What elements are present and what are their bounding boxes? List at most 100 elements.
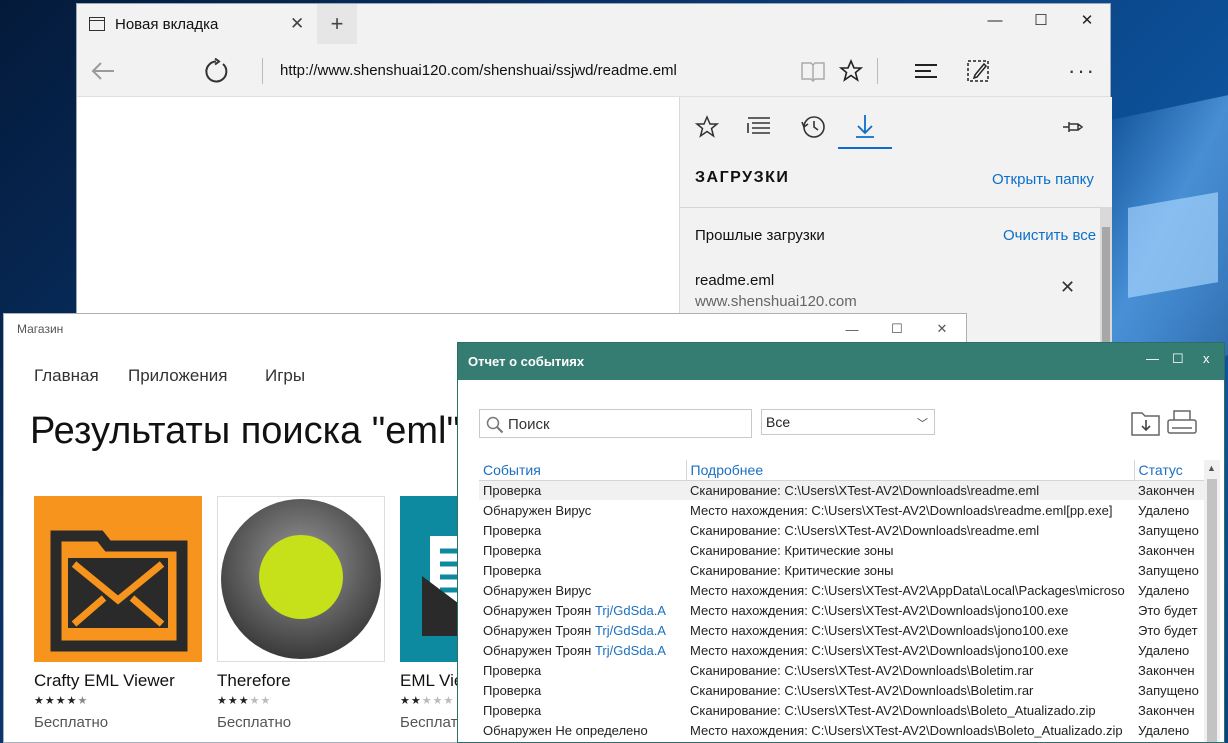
store-maximize-button[interactable]: ☐ [874,314,920,344]
search-input[interactable] [508,413,744,435]
favorite-star-icon[interactable] [837,56,865,86]
event-close-button[interactable]: x [1203,351,1210,366]
app-name: Crafty EML Viewer [34,671,175,690]
maximize-button[interactable]: ☐ [1018,4,1064,36]
event-report-titlebar: Отчет о событиях — ☐ x [458,343,1224,380]
store-close-button[interactable]: ✕ [919,314,965,344]
tab-close-icon[interactable]: ✕ [290,14,304,34]
event-maximize-button[interactable]: ☐ [1172,351,1184,367]
chevron-down-icon: ﹀ [917,418,928,430]
edge-window: Новая вкладка ✕ + — ☐ ✕ http://www.shens… [76,3,1112,344]
details-cell: Сканирование: Критические зоны [690,562,894,578]
therefore-logo [217,496,385,662]
refresh-icon[interactable] [201,56,231,86]
favorites-icon[interactable] [680,105,734,149]
web-note-icon[interactable] [963,56,993,86]
minimize-button[interactable]: — [972,4,1018,36]
tab-title: Новая вкладка [115,15,219,33]
nav-apps[interactable]: Приложения [128,366,227,386]
event-minimize-button[interactable]: — [1146,351,1159,366]
status-cell: Запущено [1138,682,1199,698]
wallpaper-light-pane [1128,192,1218,298]
table-row[interactable]: Проверка Сканирование: Критические зоны З… [479,560,1213,580]
hub-tabs [680,97,1112,157]
more-icon[interactable]: ··· [1067,56,1097,86]
export-icon[interactable] [1130,409,1162,437]
new-tab-icon [89,17,105,31]
download-item-name[interactable]: readme.eml [695,272,774,289]
hub-icon[interactable] [911,56,941,86]
downloads-hub: ЗАГРУЗКИ Открыть папку Прошлые загрузки … [679,97,1112,344]
filter-selected-value: Все [766,414,791,430]
details-cell: Место нахождения: C:\Users\XTest-AV2\App… [690,582,1125,598]
clear-all-link[interactable]: Очистить все [1003,227,1096,244]
history-icon[interactable] [786,105,840,149]
details-cell: Сканирование: C:\Users\XTest-AV2\Downloa… [690,682,1034,698]
table-row[interactable]: Проверка Сканирование: C:\Users\XTest-AV… [479,480,1213,500]
events-scrollbar[interactable]: ▲ [1204,460,1220,742]
app-price: Бесплатно [217,714,292,731]
status-cell: Удалено [1138,642,1190,658]
app-rating: ★★★★★ [217,695,272,707]
events-table-header: События Подробнее Статус [479,460,1213,481]
scroll-up-icon[interactable]: ▲ [1207,463,1216,473]
store-titlebar: Магазин — ☐ ✕ [4,314,966,344]
app-rating: ★★★★★ [400,695,455,707]
nav-home[interactable]: Главная [34,366,99,386]
app-card[interactable]: Therefore ★★★★★ Бесплатно [217,496,385,736]
address-bar[interactable]: http://www.shenshuai120.com/shenshuai/ss… [262,58,792,84]
downloads-icon[interactable] [838,105,892,149]
table-row[interactable]: Проверка Сканирование: C:\Users\XTest-AV… [479,660,1213,680]
app-name: EML Vie [400,671,464,690]
table-row[interactable]: Обнаружен Троян Trj/GdSda.A Место нахожде… [479,620,1213,640]
past-downloads-label: Прошлые загрузки [695,227,825,244]
table-row[interactable]: Обнаружен Троян Trj/GdSda.A Место нахожде… [479,600,1213,620]
search-icon [486,416,504,434]
column-header-events[interactable]: События [479,460,686,481]
event-filter-select[interactable]: Все ﹀ [761,409,935,435]
details-cell: Место нахождения: C:\Users\XTest-AV2\Dow… [690,722,1123,738]
event-cell: Проверка [483,562,542,578]
events-scrollbar-thumb[interactable] [1207,479,1217,742]
events-table: События Подробнее Статус Проверка Сканир… [479,460,1213,740]
reading-view-icon[interactable] [799,57,827,85]
hub-title: ЗАГРУЗКИ [695,169,790,186]
open-folder-link[interactable]: Открыть папку [992,171,1094,188]
status-cell: Это будет [1138,602,1198,618]
pin-icon[interactable] [1058,105,1088,149]
new-tab-button[interactable]: + [317,4,357,44]
edge-toolbar: http://www.shenshuai120.com/shenshuai/ss… [77,44,1110,97]
details-cell: Место нахождения: C:\Users\XTest-AV2\Dow… [690,642,1069,658]
table-row[interactable]: Обнаружен Вирус Место нахождения: C:\Use… [479,500,1213,520]
table-row[interactable]: Обнаружен Вирус Место нахождения: C:\Use… [479,580,1213,600]
details-cell: Сканирование: C:\Users\XTest-AV2\Downloa… [690,702,1096,718]
nav-games[interactable]: Игры [265,366,305,386]
store-minimize-button[interactable]: — [829,314,875,344]
hub-scrollbar[interactable] [1100,207,1112,344]
remove-download-icon[interactable]: ✕ [1060,277,1075,298]
event-cell: Проверка [483,522,542,538]
search-results-title: Результаты поиска "eml" [30,410,460,452]
details-cell: Место нахождения: C:\Users\XTest-AV2\Dow… [690,602,1069,618]
column-header-status[interactable]: Статус [1133,460,1213,481]
table-row[interactable]: Обнаружен Не определено Место нахождения… [479,720,1213,740]
table-row[interactable]: Проверка Сканирование: C:\Users\XTest-AV… [479,680,1213,700]
event-cell: Обнаружен Вирус [483,502,592,518]
back-icon[interactable] [87,56,119,86]
status-cell: Удалено [1138,502,1190,518]
table-row[interactable]: Проверка Сканирование: C:\Users\XTest-AV… [479,520,1213,540]
app-name: Therefore [217,671,291,690]
search-field[interactable] [479,409,752,438]
table-row[interactable]: Обнаружен Троян Trj/GdSda.A Место нахожде… [479,640,1213,660]
close-button[interactable]: ✕ [1064,4,1110,36]
app-card[interactable]: Crafty EML Viewer ★★★★★ Бесплатно [34,496,202,736]
print-icon[interactable] [1166,409,1198,437]
table-row[interactable]: Проверка Сканирование: C:\Users\XTest-AV… [479,700,1213,720]
column-header-details[interactable]: Подробнее [685,460,1134,481]
status-cell: Удалено [1138,722,1190,738]
table-row[interactable]: Проверка Сканирование: Критические зоны З… [479,540,1213,560]
hub-scrollbar-thumb[interactable] [1102,227,1110,344]
event-report-title: Отчет о событиях [468,354,585,369]
browser-tab[interactable]: Новая вкладка ✕ [77,4,317,44]
reading-list-icon[interactable] [732,105,786,149]
